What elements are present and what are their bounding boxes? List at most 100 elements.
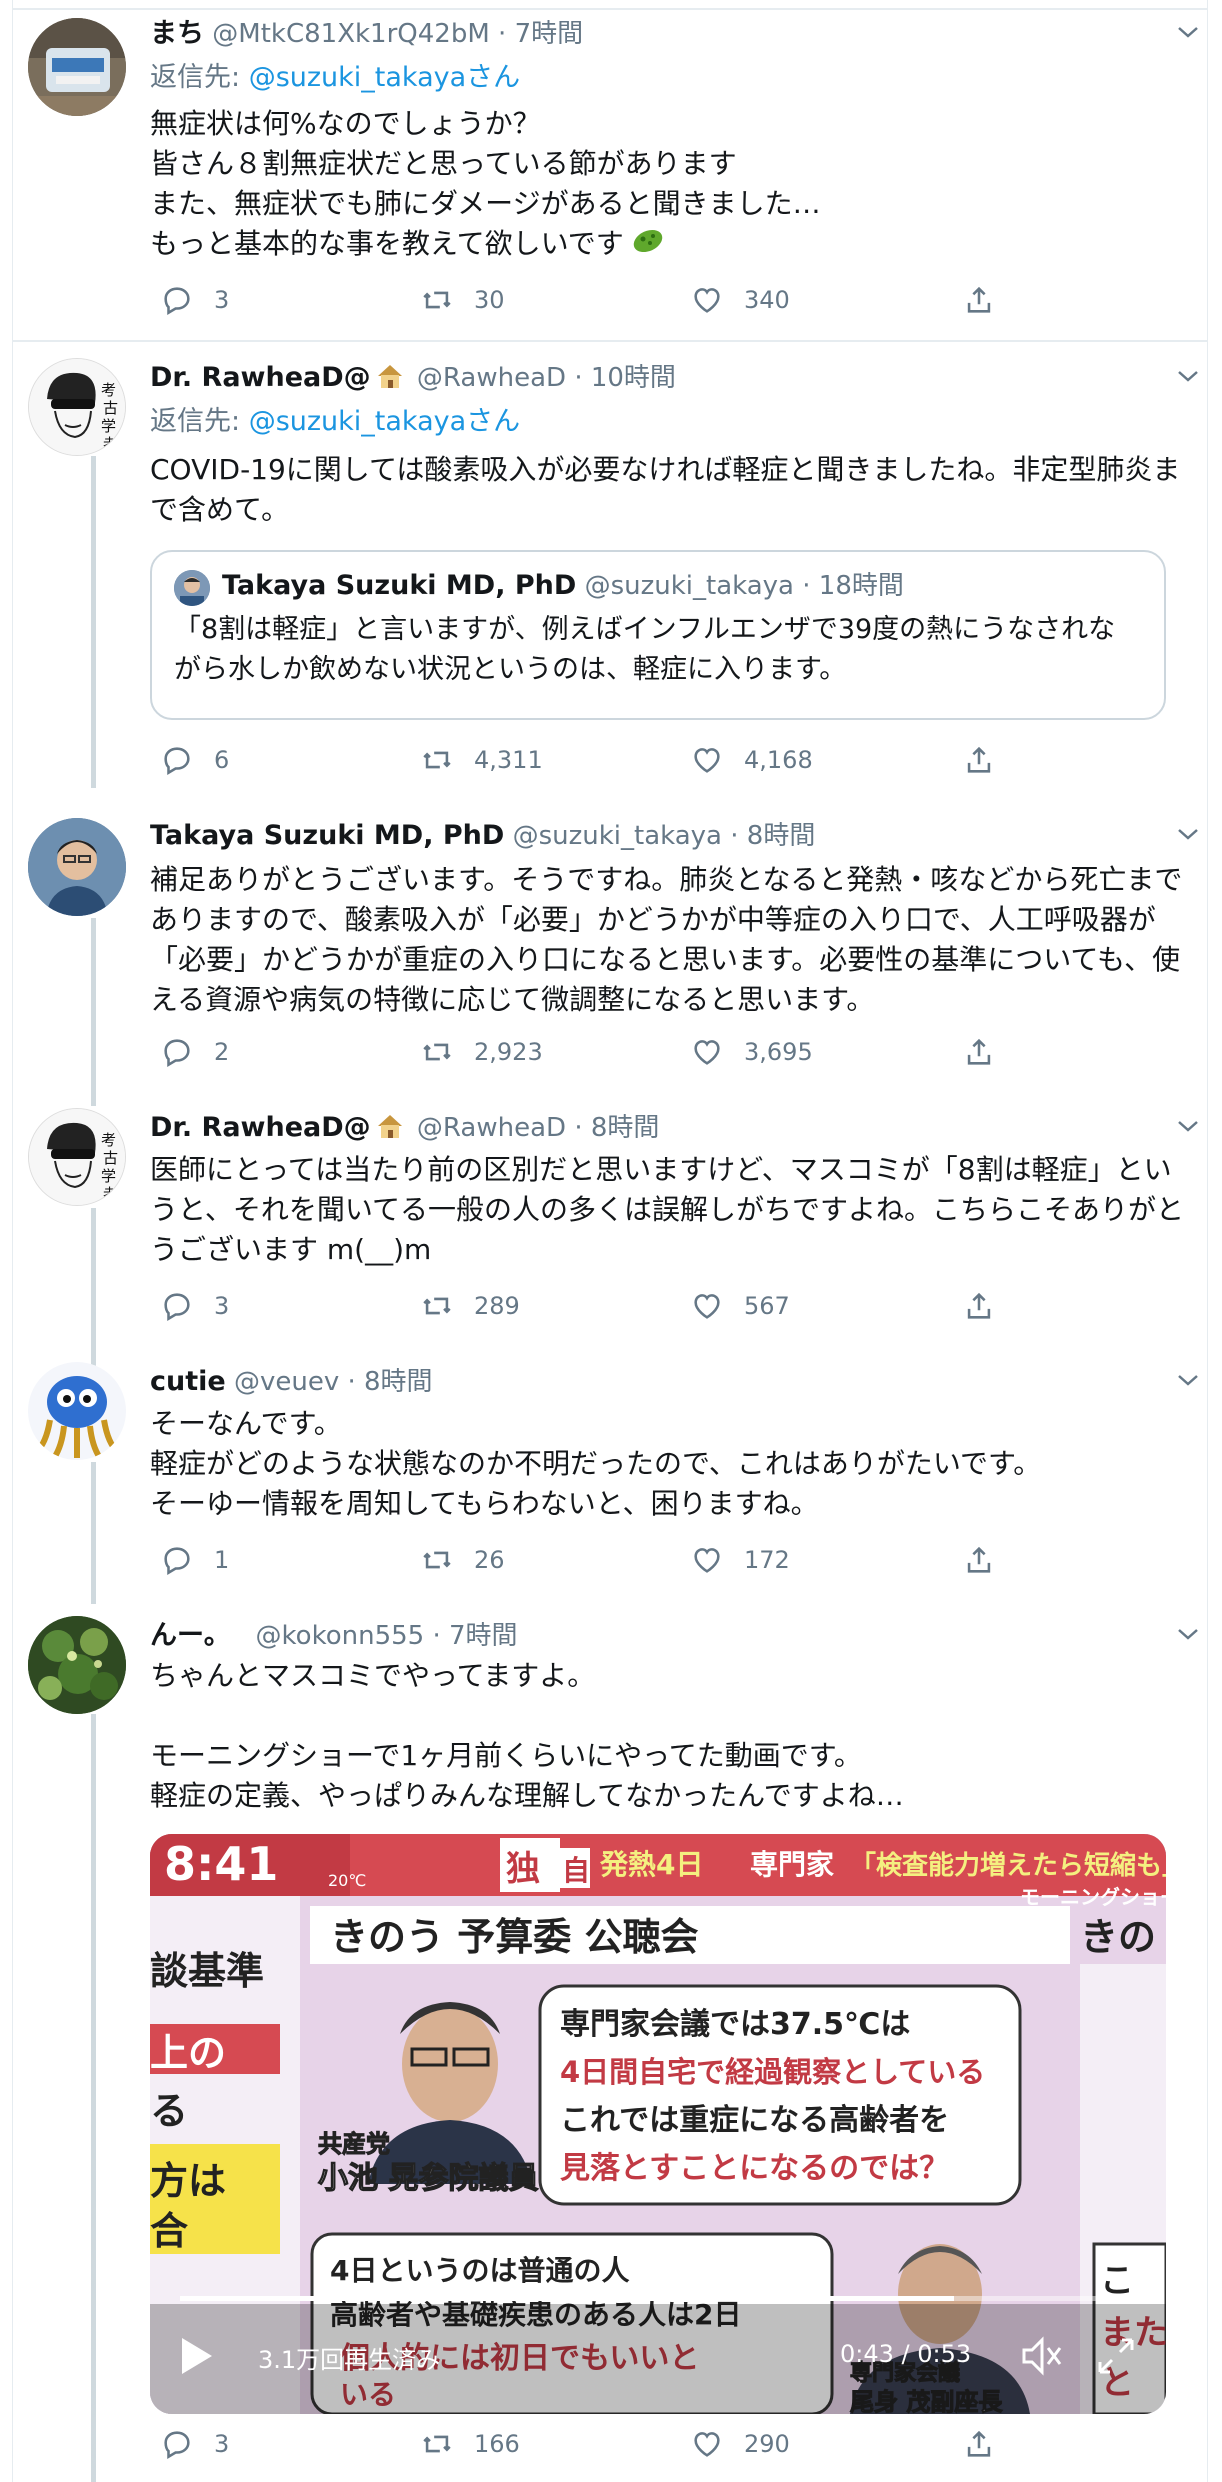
video-headline-b: 自 (562, 1854, 590, 1887)
house-emoji (375, 1111, 405, 1153)
video-left-3: る (150, 2089, 188, 2133)
user-handle[interactable]: @suzuki_takaya (513, 821, 722, 851)
share-icon (967, 1546, 991, 1573)
user-handle[interactable]: @kokonn555 (256, 1621, 425, 1651)
video-player[interactable]: 8:41 20℃ 独 自 発熱4日 専門家 「検査能力増えたら短縮も」 モーニン… (150, 1834, 1166, 2414)
video-bubble-3: これでは重症になる高齢者を (560, 2103, 949, 2138)
retweet-button[interactable]: 289 (420, 1286, 520, 1326)
retweet-count: 26 (474, 1546, 505, 1574)
share-button[interactable] (962, 2424, 1016, 2464)
svg-text:学: 学 (101, 1167, 116, 1185)
video-politician: 小池 晃参院議員 (318, 2161, 538, 2196)
reply-button[interactable]: 3 (160, 2424, 229, 2464)
share-button[interactable] (962, 1032, 1016, 1072)
timestamp[interactable]: · 7時間 (432, 1621, 517, 1651)
like-button[interactable]: 172 (690, 1540, 790, 1580)
heart-icon (694, 2432, 720, 2457)
play-icon[interactable] (176, 2334, 216, 2378)
retweet-icon (423, 2435, 451, 2453)
timestamp[interactable]: · 8時間 (574, 1113, 659, 1143)
retweet-icon (423, 1043, 451, 1061)
avatar[interactable]: 考 古 学 者 (28, 358, 126, 456)
timestamp[interactable]: · 8時間 (730, 821, 815, 851)
retweet-button[interactable]: 26 (420, 1540, 505, 1580)
chevron-down-icon[interactable] (1174, 18, 1202, 46)
avatar[interactable] (28, 18, 126, 116)
timestamp[interactable]: · 8時間 (347, 1367, 432, 1397)
reply-button[interactable]: 1 (160, 1540, 229, 1580)
reply-icon (164, 2431, 190, 2460)
video-banner: きのう 予算委 公聴会 (330, 1915, 698, 1959)
like-count: 172 (744, 1546, 790, 1574)
retweet-icon (423, 751, 451, 769)
chevron-down-icon[interactable] (1174, 1620, 1202, 1648)
video-progress-track[interactable] (180, 2296, 1136, 2301)
display-name[interactable]: Takaya Suzuki MD, PhD (150, 820, 504, 851)
display-name[interactable]: Dr. RawheaD@ (150, 1112, 371, 1143)
retweet-button[interactable]: 30 (420, 280, 505, 320)
quoted-header: Takaya Suzuki MD, PhD @suzuki_takaya · 1… (222, 566, 904, 606)
mute-icon[interactable] (1018, 2334, 1066, 2378)
reply-button[interactable]: 3 (160, 1286, 229, 1326)
video-bubble-1: 専門家会議では37.5℃は (560, 2007, 910, 2042)
retweet-button[interactable]: 4,311 (420, 740, 543, 780)
avatar[interactable] (28, 1362, 126, 1460)
share-icon (967, 2430, 991, 2457)
share-button[interactable] (962, 1286, 1016, 1326)
tweet-text: ちゃんとマスコミでやってますよ。 モーニングショーで1ヶ月前くらいにやってた動画… (150, 1659, 904, 1812)
share-button[interactable] (962, 1540, 1016, 1580)
chevron-down-icon[interactable] (1174, 362, 1202, 390)
display-name[interactable]: まち (150, 18, 204, 49)
chevron-down-icon[interactable] (1174, 1112, 1202, 1140)
reply-button[interactable]: 6 (160, 740, 229, 780)
like-button[interactable]: 3,695 (690, 1032, 813, 1072)
like-button[interactable]: 4,168 (690, 740, 813, 780)
reply-icon (164, 287, 190, 316)
video-headline-a: 独 (506, 1849, 540, 1889)
display-name[interactable]: Dr. RawheaD@ (150, 362, 371, 393)
reply-prefix: 返信先: (150, 62, 249, 93)
reply-to-link[interactable]: @suzuki_takaya (249, 62, 466, 93)
reply-button[interactable]: 2 (160, 1032, 229, 1072)
heart-icon (694, 1040, 720, 1065)
reply-icon (164, 747, 190, 776)
share-button[interactable] (962, 740, 1016, 780)
display-name[interactable]: cutie (150, 1366, 226, 1397)
avatar[interactable] (28, 1616, 126, 1714)
video-show-name: モーニングショー (1020, 1885, 1166, 1909)
retweet-count: 289 (474, 1292, 520, 1320)
divider (12, 8, 1208, 10)
retweet-button[interactable]: 2,923 (420, 1032, 543, 1072)
like-button[interactable]: 567 (690, 1286, 790, 1326)
avatar[interactable]: 考 古 学 者 (28, 1108, 126, 1206)
timestamp[interactable]: · 10時間 (574, 363, 676, 393)
video-left-5: 合 (150, 2209, 188, 2253)
like-count: 567 (744, 1292, 790, 1320)
like-button[interactable]: 290 (690, 2424, 790, 2464)
timestamp[interactable]: · 7時間 (498, 19, 583, 49)
like-count: 340 (744, 286, 790, 314)
chevron-down-icon[interactable] (1174, 1366, 1202, 1394)
user-handle[interactable]: @veuev (234, 1367, 339, 1397)
display-name[interactable]: んー。 (150, 1620, 231, 1651)
share-button[interactable] (962, 280, 1016, 320)
retweet-button[interactable]: 166 (420, 2424, 520, 2464)
tweet-text: 医師にとっては当たり前の区別だと思いますけど、マスコミが「8割は軽症」というと、… (150, 1153, 1185, 1266)
like-count: 290 (744, 2430, 790, 2458)
video-clock: 8:41 (164, 1837, 278, 1891)
tweet-header: Dr. RawheaD@ @RawheaD · 8時間 (150, 1108, 1202, 1148)
like-button[interactable]: 340 (690, 280, 790, 320)
quoted-tweet[interactable]: Takaya Suzuki MD, PhD @suzuki_takaya · 1… (150, 550, 1166, 720)
user-handle[interactable]: @RawheaD (417, 363, 566, 393)
reply-context: 返信先: @suzuki_takayaさん (150, 58, 520, 98)
user-handle[interactable]: @RawheaD (417, 1113, 566, 1143)
video-left-4: 方は (150, 2159, 226, 2203)
retweet-count: 166 (474, 2430, 520, 2458)
user-handle[interactable]: @MtkC81Xk1rQ42bM (212, 19, 490, 49)
avatar[interactable] (28, 818, 126, 916)
house-emoji (375, 361, 405, 403)
reply-button[interactable]: 3 (160, 280, 229, 320)
expand-icon[interactable] (1094, 2334, 1138, 2378)
reply-to-link[interactable]: @suzuki_takaya (249, 406, 466, 437)
chevron-down-icon[interactable] (1174, 820, 1202, 848)
